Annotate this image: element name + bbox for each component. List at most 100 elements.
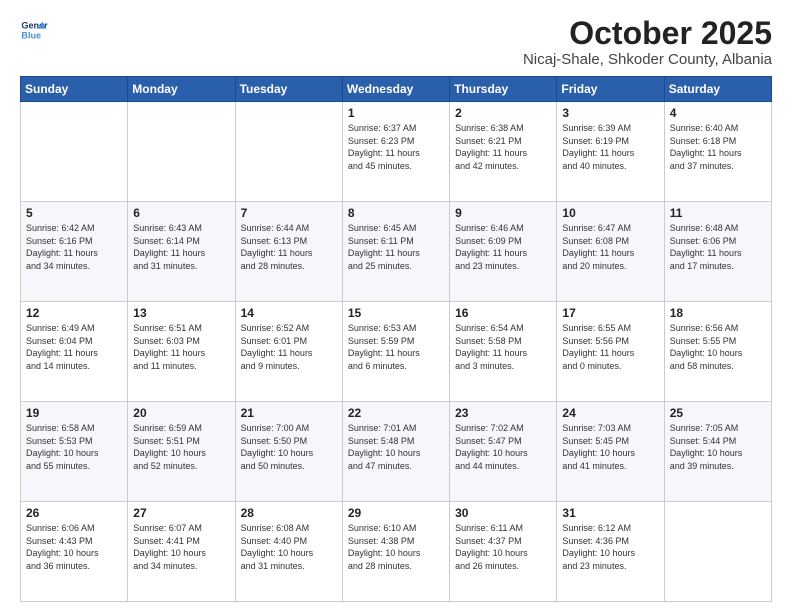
- calendar-cell: 22Sunrise: 7:01 AM Sunset: 5:48 PM Dayli…: [342, 402, 449, 502]
- calendar-cell: [128, 102, 235, 202]
- day-number: 21: [241, 406, 337, 420]
- day-number: 7: [241, 206, 337, 220]
- day-number: 18: [670, 306, 766, 320]
- calendar-cell: 19Sunrise: 6:58 AM Sunset: 5:53 PM Dayli…: [21, 402, 128, 502]
- day-number: 12: [26, 306, 122, 320]
- day-info: Sunrise: 6:51 AM Sunset: 6:03 PM Dayligh…: [133, 322, 229, 372]
- calendar-cell: 2Sunrise: 6:38 AM Sunset: 6:21 PM Daylig…: [450, 102, 557, 202]
- calendar-cell: 27 Sunrise: 6:07 AM Sunset: 4:41 PM Dayli…: [128, 502, 235, 602]
- day-info: Sunrise: 7:01 AM Sunset: 5:48 PM Dayligh…: [348, 422, 444, 472]
- day-info: Sunrise: 6:55 AM Sunset: 5:56 PM Dayligh…: [562, 322, 658, 372]
- day-info: Sunrise: 6:07 AM Sunset: 4:41 PM Dayligh…: [133, 522, 229, 572]
- day-info: Sunrise: 6:49 AM Sunset: 6:04 PM Dayligh…: [26, 322, 122, 372]
- calendar-cell: 18 Sunrise: 6:56 AM Sunset: 5:55 PM Dayli…: [664, 302, 771, 402]
- calendar-cell: 4 Sunrise: 6:40 AM Sunset: 6:18 PM Daylig…: [664, 102, 771, 202]
- day-info: Sunrise: 6:12 AM Sunset: 4:36 PM Dayligh…: [562, 522, 658, 572]
- calendar-cell: 11 Sunrise: 6:48 AM Sunset: 6:06 PM Dayli…: [664, 202, 771, 302]
- day-number: 17: [562, 306, 658, 320]
- day-number: 8: [348, 206, 444, 220]
- day-header-tuesday: Tuesday: [235, 77, 342, 102]
- calendar-cell: 17 Sunrise: 6:55 AM Sunset: 5:56 PM Dayli…: [557, 302, 664, 402]
- day-info: Sunrise: 6:11 AM Sunset: 4:37 PM Dayligh…: [455, 522, 551, 572]
- calendar-cell: 28Sunrise: 6:08 AM Sunset: 4:40 PM Dayli…: [235, 502, 342, 602]
- day-header-thursday: Thursday: [450, 77, 557, 102]
- day-number: 6: [133, 206, 229, 220]
- day-info: Sunrise: 6:37 AM Sunset: 6:23 PM Dayligh…: [348, 122, 444, 172]
- calendar-cell: 15Sunrise: 6:53 AM Sunset: 5:59 PM Dayli…: [342, 302, 449, 402]
- day-info: Sunrise: 6:48 AM Sunset: 6:06 PM Dayligh…: [670, 222, 766, 272]
- day-header-sunday: Sunday: [21, 77, 128, 102]
- day-number: 27: [133, 506, 229, 520]
- calendar-week-4: 19Sunrise: 6:58 AM Sunset: 5:53 PM Dayli…: [21, 402, 772, 502]
- day-info: Sunrise: 6:08 AM Sunset: 4:40 PM Dayligh…: [241, 522, 337, 572]
- day-info: Sunrise: 6:46 AM Sunset: 6:09 PM Dayligh…: [455, 222, 551, 272]
- calendar-cell: 3 Sunrise: 6:39 AM Sunset: 6:19 PM Daylig…: [557, 102, 664, 202]
- day-info: Sunrise: 6:10 AM Sunset: 4:38 PM Dayligh…: [348, 522, 444, 572]
- day-number: 1: [348, 106, 444, 120]
- calendar-cell: 26 Sunrise: 6:06 AM Sunset: 4:43 PM Dayli…: [21, 502, 128, 602]
- day-info: Sunrise: 6:54 AM Sunset: 5:58 PM Dayligh…: [455, 322, 551, 372]
- day-info: Sunrise: 6:52 AM Sunset: 6:01 PM Dayligh…: [241, 322, 337, 372]
- calendar-cell: 8 Sunrise: 6:45 AM Sunset: 6:11 PM Daylig…: [342, 202, 449, 302]
- day-number: 30: [455, 506, 551, 520]
- day-number: 15: [348, 306, 444, 320]
- calendar-cell: 1 Sunrise: 6:37 AM Sunset: 6:23 PM Daylig…: [342, 102, 449, 202]
- calendar-cell: 12 Sunrise: 6:49 AM Sunset: 6:04 PM Dayli…: [21, 302, 128, 402]
- calendar-week-5: 26 Sunrise: 6:06 AM Sunset: 4:43 PM Dayli…: [21, 502, 772, 602]
- day-number: 10: [562, 206, 658, 220]
- day-info: Sunrise: 7:05 AM Sunset: 5:44 PM Dayligh…: [670, 422, 766, 472]
- header: General Blue October 2025 Nicaj-Shale, S…: [20, 16, 772, 68]
- calendar-cell: 16Sunrise: 6:54 AM Sunset: 5:58 PM Dayli…: [450, 302, 557, 402]
- calendar-cell: 30 Sunrise: 6:11 AM Sunset: 4:37 PM Dayli…: [450, 502, 557, 602]
- title-block: October 2025 Nicaj-Shale, Shkoder County…: [523, 16, 772, 68]
- day-number: 24: [562, 406, 658, 420]
- calendar-cell: 25 Sunrise: 7:05 AM Sunset: 5:44 PM Dayli…: [664, 402, 771, 502]
- day-info: Sunrise: 7:02 AM Sunset: 5:47 PM Dayligh…: [455, 422, 551, 472]
- calendar-cell: [235, 102, 342, 202]
- calendar-cell: [21, 102, 128, 202]
- day-number: 23: [455, 406, 551, 420]
- calendar-cell: 31 Sunrise: 6:12 AM Sunset: 4:36 PM Dayli…: [557, 502, 664, 602]
- day-info: Sunrise: 6:40 AM Sunset: 6:18 PM Dayligh…: [670, 122, 766, 172]
- calendar-cell: 7Sunrise: 6:44 AM Sunset: 6:13 PM Daylig…: [235, 202, 342, 302]
- day-info: Sunrise: 6:45 AM Sunset: 6:11 PM Dayligh…: [348, 222, 444, 272]
- day-number: 11: [670, 206, 766, 220]
- day-number: 3: [562, 106, 658, 120]
- day-header-monday: Monday: [128, 77, 235, 102]
- calendar-cell: 13 Sunrise: 6:51 AM Sunset: 6:03 PM Dayli…: [128, 302, 235, 402]
- day-number: 25: [670, 406, 766, 420]
- calendar-week-3: 12 Sunrise: 6:49 AM Sunset: 6:04 PM Dayli…: [21, 302, 772, 402]
- day-info: Sunrise: 6:38 AM Sunset: 6:21 PM Dayligh…: [455, 122, 551, 172]
- calendar-cell: [664, 502, 771, 602]
- day-number: 13: [133, 306, 229, 320]
- day-header-wednesday: Wednesday: [342, 77, 449, 102]
- day-number: 26: [26, 506, 122, 520]
- calendar-cell: 6Sunrise: 6:43 AM Sunset: 6:14 PM Daylig…: [128, 202, 235, 302]
- calendar-cell: 20 Sunrise: 6:59 AM Sunset: 5:51 PM Dayli…: [128, 402, 235, 502]
- calendar-cell: 29Sunrise: 6:10 AM Sunset: 4:38 PM Dayli…: [342, 502, 449, 602]
- day-number: 4: [670, 106, 766, 120]
- logo: General Blue: [20, 16, 48, 44]
- day-info: Sunrise: 7:00 AM Sunset: 5:50 PM Dayligh…: [241, 422, 337, 472]
- day-number: 9: [455, 206, 551, 220]
- day-info: Sunrise: 6:59 AM Sunset: 5:51 PM Dayligh…: [133, 422, 229, 472]
- day-info: Sunrise: 6:56 AM Sunset: 5:55 PM Dayligh…: [670, 322, 766, 372]
- subtitle: Nicaj-Shale, Shkoder County, Albania: [523, 51, 772, 68]
- calendar-week-2: 5Sunrise: 6:42 AM Sunset: 6:16 PM Daylig…: [21, 202, 772, 302]
- day-number: 31: [562, 506, 658, 520]
- calendar-cell: 24Sunrise: 7:03 AM Sunset: 5:45 PM Dayli…: [557, 402, 664, 502]
- svg-text:Blue: Blue: [21, 30, 41, 40]
- day-info: Sunrise: 6:42 AM Sunset: 6:16 PM Dayligh…: [26, 222, 122, 272]
- calendar-cell: 9 Sunrise: 6:46 AM Sunset: 6:09 PM Daylig…: [450, 202, 557, 302]
- calendar-header-row: SundayMondayTuesdayWednesdayThursdayFrid…: [21, 77, 772, 102]
- calendar-table: SundayMondayTuesdayWednesdayThursdayFrid…: [20, 76, 772, 602]
- day-number: 14: [241, 306, 337, 320]
- calendar-cell: 14 Sunrise: 6:52 AM Sunset: 6:01 PM Dayli…: [235, 302, 342, 402]
- day-info: Sunrise: 6:39 AM Sunset: 6:19 PM Dayligh…: [562, 122, 658, 172]
- calendar-cell: 10Sunrise: 6:47 AM Sunset: 6:08 PM Dayli…: [557, 202, 664, 302]
- day-info: Sunrise: 6:06 AM Sunset: 4:43 PM Dayligh…: [26, 522, 122, 572]
- day-number: 20: [133, 406, 229, 420]
- day-header-friday: Friday: [557, 77, 664, 102]
- calendar-cell: 21 Sunrise: 7:00 AM Sunset: 5:50 PM Dayli…: [235, 402, 342, 502]
- day-info: Sunrise: 6:58 AM Sunset: 5:53 PM Dayligh…: [26, 422, 122, 472]
